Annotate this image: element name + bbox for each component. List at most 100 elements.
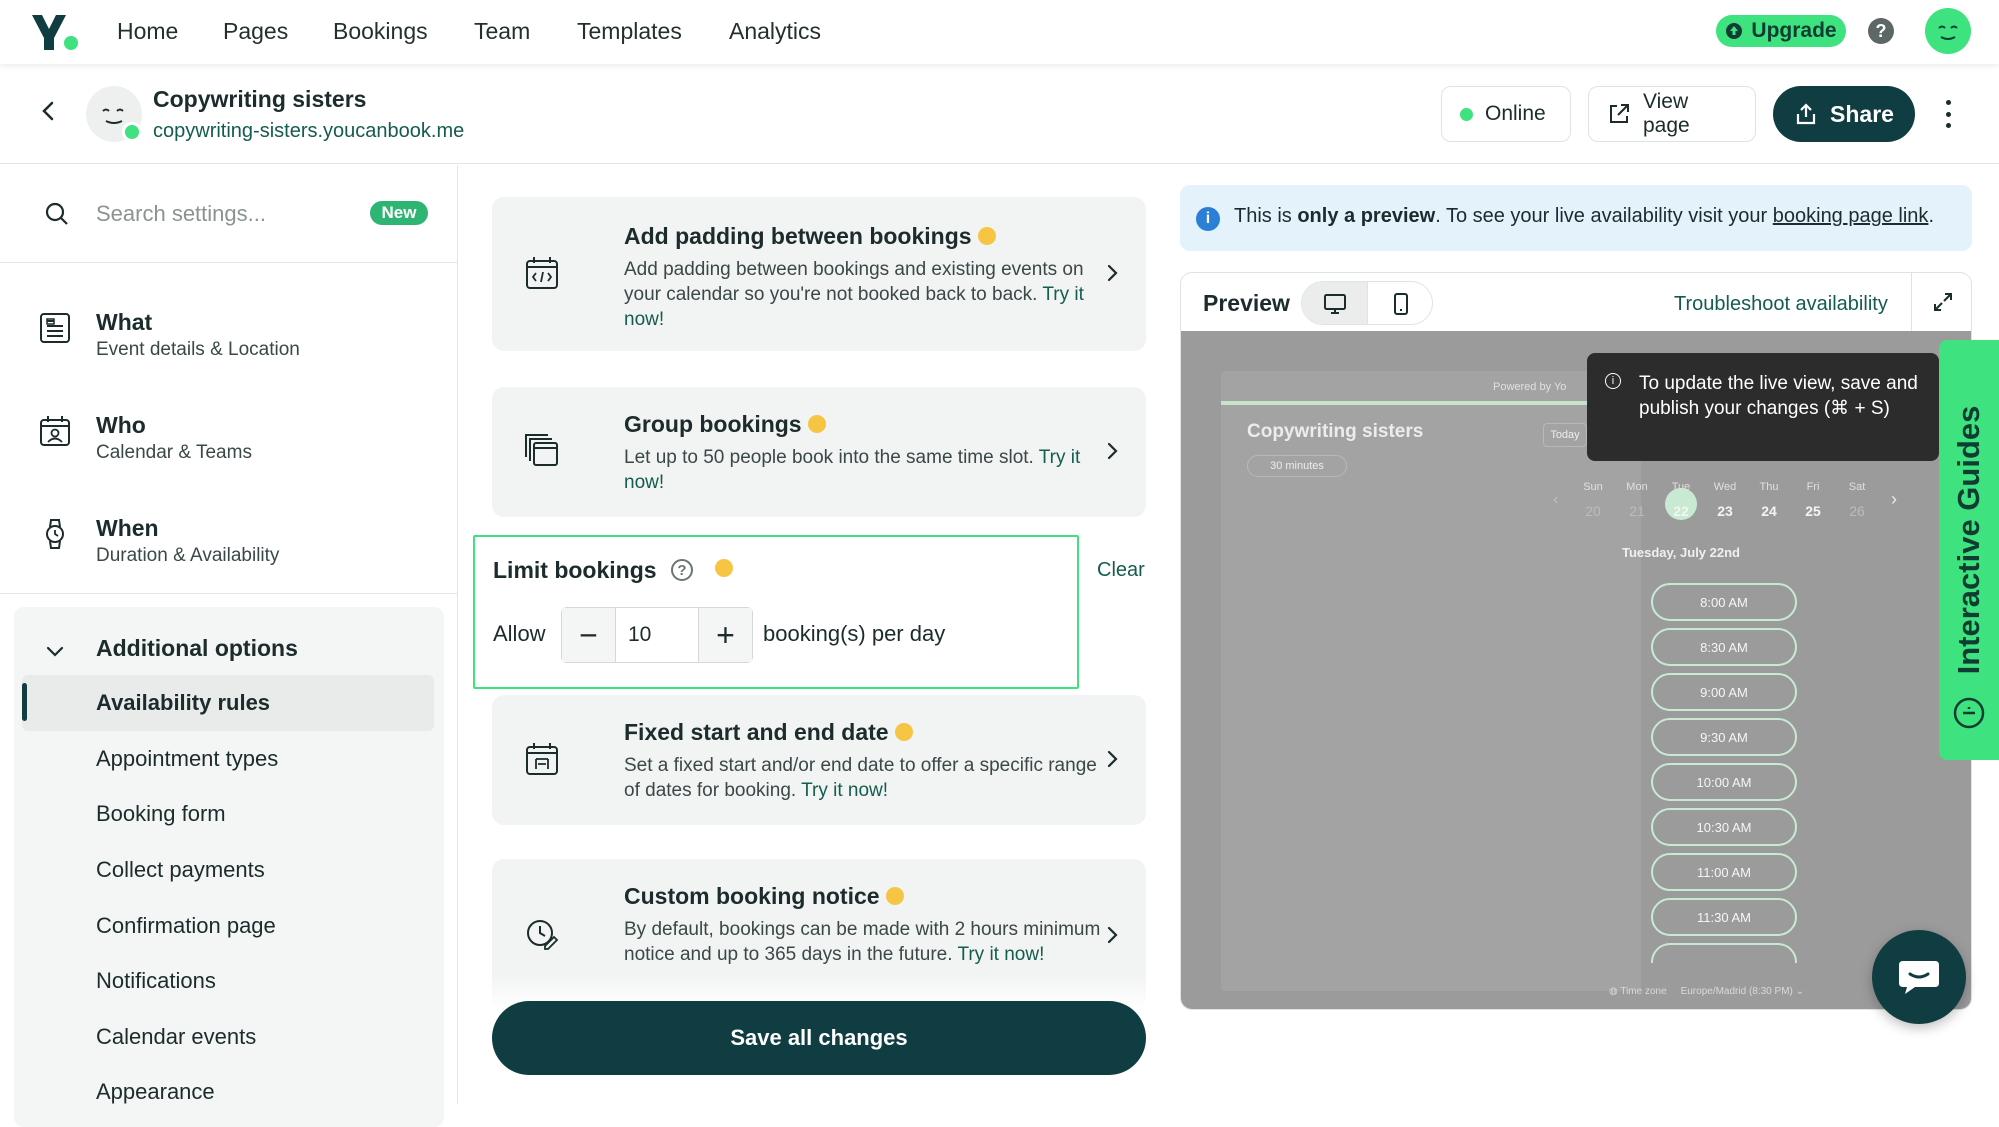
more-options-icon[interactable] — [1944, 100, 1952, 128]
time-slot[interactable]: 8:30 AM — [1651, 628, 1797, 666]
chevron-down-icon: ⌄ — [1795, 986, 1805, 997]
chevron-down-icon[interactable] — [44, 641, 66, 663]
mobile-icon[interactable] — [1368, 282, 1432, 324]
calendar-day[interactable]: 25 — [1798, 503, 1828, 519]
clock-edit-icon — [524, 917, 560, 953]
guide-icon — [1952, 696, 1986, 730]
chevron-right-icon — [1102, 925, 1122, 945]
card-title: Add padding between bookings — [624, 223, 996, 250]
weekday-label: Wed — [1713, 481, 1737, 493]
try-it-now-link[interactable]: Try it now! — [957, 944, 1044, 965]
calendar-day-selected[interactable]: 22 — [1666, 503, 1696, 519]
back-arrow-icon[interactable] — [36, 98, 62, 124]
time-slot[interactable]: 9:30 AM — [1651, 718, 1797, 756]
share-icon — [1794, 102, 1818, 126]
sidebar-option-confirmation-page[interactable]: Confirmation page — [96, 913, 276, 939]
chat-button[interactable] — [1872, 930, 1966, 1024]
troubleshoot-availability-link[interactable]: Troubleshoot availability — [1674, 293, 1888, 316]
calendar-day[interactable]: 24 — [1754, 503, 1784, 519]
online-status-button[interactable]: Online — [1441, 86, 1571, 142]
desktop-icon[interactable] — [1302, 282, 1368, 324]
bookings-per-day-input[interactable]: 10 — [628, 623, 651, 647]
nav-home[interactable]: Home — [117, 18, 178, 45]
today-button[interactable]: Today — [1543, 423, 1587, 447]
additional-options-toggle[interactable]: Additional options — [96, 635, 298, 662]
try-it-now-link[interactable]: Try it now! — [801, 780, 888, 801]
time-slot[interactable]: 11:30 AM — [1651, 898, 1797, 936]
time-slot[interactable]: 9:00 AM — [1651, 673, 1797, 711]
time-slot[interactable]: 10:30 AM — [1651, 808, 1797, 846]
sidebar-item-subtitle: Duration & Availability — [96, 545, 280, 566]
weekday-label: Sun — [1583, 481, 1603, 493]
preview-progress-bar — [1221, 401, 1601, 405]
nav-analytics[interactable]: Analytics — [729, 18, 821, 45]
page-url-link[interactable]: copywriting-sisters.youcanbook.me — [153, 120, 464, 143]
save-all-changes-button[interactable]: Save all changes — [492, 1001, 1146, 1075]
search-input[interactable]: Search settings... — [96, 201, 266, 227]
sidebar-item-who[interactable]: Who Calendar & Teams — [0, 380, 458, 482]
sidebar-option-appointment-types[interactable]: Appointment types — [96, 746, 278, 772]
weekday-label: Sat — [1848, 481, 1866, 493]
help-icon[interactable]: ? — [1868, 18, 1894, 44]
user-avatar[interactable] — [1925, 8, 1971, 54]
page-header: Copywriting sisters copywriting-sisters.… — [0, 64, 1999, 164]
chevron-right-icon — [1102, 749, 1122, 769]
calendar-day: 20 — [1585, 503, 1601, 519]
time-slot[interactable]: 10:00 AM — [1651, 763, 1797, 801]
preview-title: Preview — [1203, 290, 1290, 316]
clear-limit-link[interactable]: Clear — [1097, 559, 1145, 582]
booking-page-link[interactable]: booking page link — [1773, 205, 1929, 227]
weekday-label: Mon — [1626, 481, 1648, 493]
youcanbook-logo[interactable] — [30, 12, 80, 52]
sidebar-option-appearance[interactable]: Appearance — [96, 1079, 215, 1105]
card-title: Group bookings — [624, 411, 826, 438]
group-bookings-card[interactable]: Group bookings Let up to 50 people book … — [492, 387, 1146, 517]
time-slot[interactable]: 11:00 AM — [1651, 853, 1797, 891]
nav-team[interactable]: Team — [474, 18, 530, 45]
powered-by-label: Powered by Yo — [1493, 381, 1567, 393]
nav-templates[interactable]: Templates — [577, 18, 682, 45]
calendar-code-icon — [524, 255, 560, 291]
top-navigation: Home Pages Bookings Team Templates Analy… — [0, 0, 1999, 64]
timezone-selector[interactable]: ◍ Time zone Europe/Madrid (8:30 PM) ⌄ — [1609, 986, 1804, 997]
sidebar-option-calendar-events[interactable]: Calendar events — [96, 1024, 256, 1050]
sidebar-option-availability-rules[interactable]: Availability rules — [96, 690, 270, 716]
question-icon[interactable]: ? — [671, 559, 693, 581]
nav-bookings[interactable]: Bookings — [333, 18, 428, 45]
upgrade-button[interactable]: Upgrade — [1716, 15, 1846, 47]
interactive-guides-tab[interactable]: Interactive Guides — [1939, 340, 1999, 760]
increment-button[interactable]: + — [698, 608, 752, 662]
card-title: Fixed start and end date — [624, 719, 913, 746]
preview-tooltip: i To update the live view, save and publ… — [1587, 353, 1939, 461]
expand-icon[interactable] — [1911, 273, 1971, 331]
sidebar-option-notifications[interactable]: Notifications — [96, 968, 216, 994]
time-slot[interactable]: 8:00 AM — [1651, 583, 1797, 621]
decrement-button[interactable]: − — [562, 608, 616, 662]
nav-pages[interactable]: Pages — [223, 18, 288, 45]
limit-bookings-title: Limit bookings — [493, 557, 657, 583]
page-title: Copywriting sisters — [153, 86, 367, 112]
share-button[interactable]: Share — [1773, 86, 1915, 142]
view-page-button[interactable]: View page — [1588, 86, 1756, 142]
interactive-guides-label: Interactive Guides — [1951, 405, 1986, 675]
next-week-icon[interactable]: › — [1891, 489, 1897, 510]
device-toggle — [1301, 281, 1433, 325]
sidebar-item-when[interactable]: When Duration & Availability — [0, 483, 458, 585]
prev-week-icon[interactable]: ‹ — [1553, 491, 1558, 509]
online-label: Online — [1485, 102, 1546, 125]
calendar-day[interactable]: 23 — [1710, 503, 1740, 519]
padding-between-bookings-card[interactable]: Add padding between bookings Add padding… — [492, 197, 1146, 351]
sidebar-item-what[interactable]: What Event details & Location — [0, 277, 458, 379]
sidebar-option-booking-form[interactable]: Booking form — [96, 801, 226, 827]
upgrade-icon — [1725, 22, 1743, 40]
card-title: Custom booking notice — [624, 883, 904, 910]
sidebar-item-subtitle: Calendar & Teams — [96, 442, 252, 463]
chat-icon — [1897, 957, 1941, 997]
fixed-start-end-date-card[interactable]: Fixed start and end date Set a fixed sta… — [492, 695, 1146, 825]
upgrade-label: Upgrade — [1751, 19, 1837, 42]
settings-search[interactable]: Search settings... New — [0, 165, 458, 263]
globe-icon: ◍ — [1609, 986, 1618, 997]
bookings-per-day-stepper: − 10 + — [561, 607, 753, 663]
online-status-dot — [122, 122, 142, 142]
sidebar-option-collect-payments[interactable]: Collect payments — [96, 857, 265, 883]
